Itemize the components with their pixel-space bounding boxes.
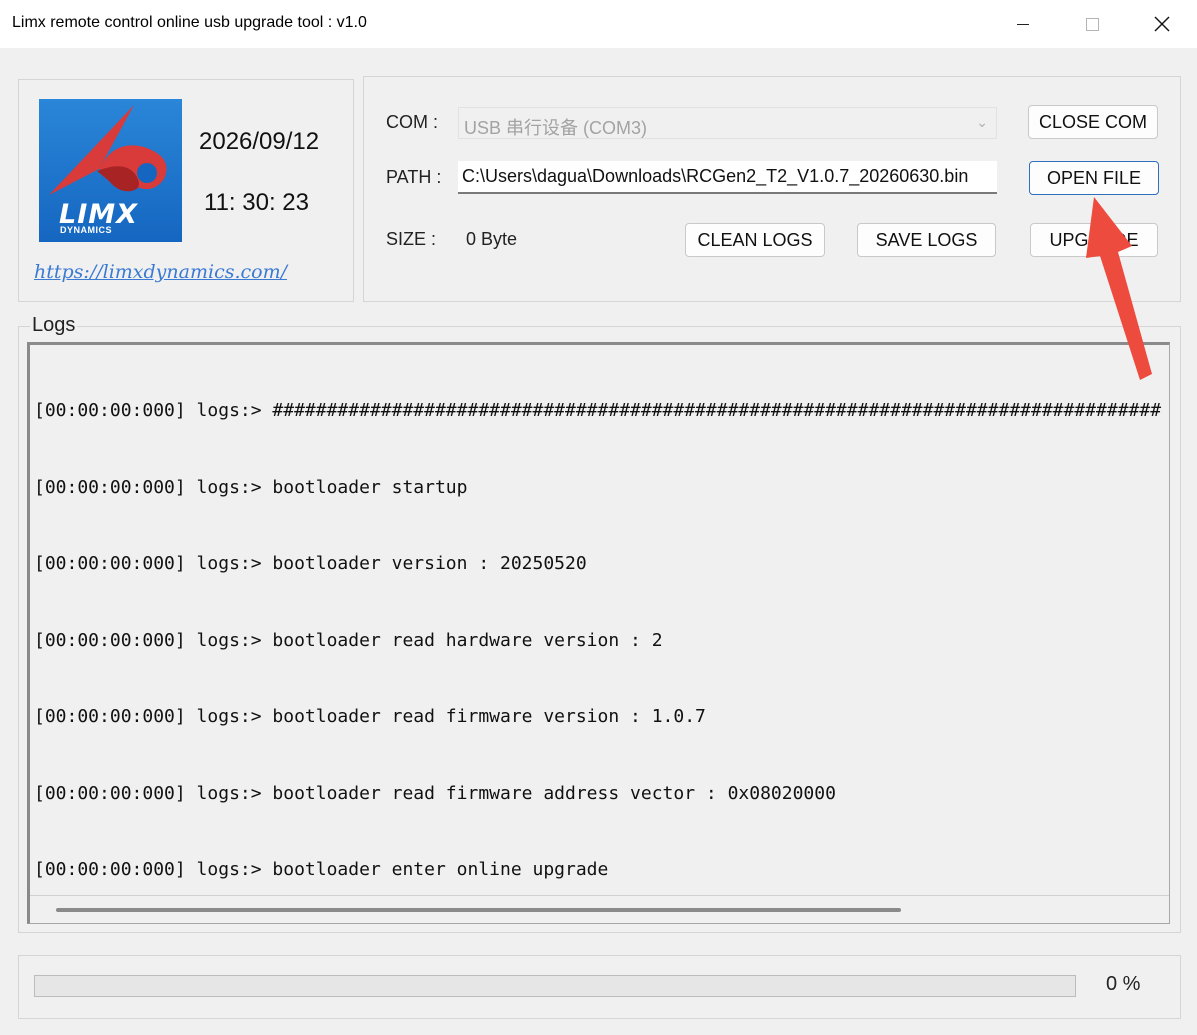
log-line: [00:00:00:000] logs:> bootloader version… [34,553,587,574]
upgrade-button[interactable]: UPGRADE [1030,223,1158,257]
open-file-button[interactable]: OPEN FILE [1029,161,1159,195]
path-input[interactable] [458,161,997,194]
current-date: 2026/09/12 [199,128,320,155]
upgrade-progress-bar [34,975,1076,997]
current-time: 11: 30: 23 [204,189,309,216]
chevron-down-icon: ⌄ [976,114,988,130]
file-size-value: 0 Byte [466,229,518,249]
log-lines: [00:00:00:000] logs:> ##################… [34,347,1162,923]
logs-textarea[interactable]: [00:00:00:000] logs:> ##################… [27,342,1170,924]
progress-percent: 0 % [1106,973,1141,995]
log-line: [00:00:00:000] logs:> bootloader enter o… [34,859,609,880]
minimize-icon [1017,23,1029,25]
close-com-button[interactable]: CLOSE COM [1028,105,1158,139]
log-line: [00:00:00:000] logs:> bootloader read fi… [34,782,836,804]
logo-subtext: DYNAMICS [60,225,113,235]
path-label: PATH : [386,167,442,187]
com-port-select[interactable]: USB 串行设备 (COM3) ⌄ [458,107,997,139]
limx-logo: LIMX DYNAMICS [39,99,182,242]
close-icon [1154,16,1170,32]
log-line: [00:00:00:000] logs:> bootloader startup [34,476,468,498]
log-line: [00:00:00:000] logs:> bootloader read ha… [34,629,663,651]
com-port-value: USB 串行设备 (COM3) [464,118,648,138]
com-label: COM : [386,112,438,132]
horizontal-scrollbar[interactable] [30,895,1169,923]
logs-title: Logs [30,314,78,337]
scrollbar-thumb[interactable] [56,908,901,912]
maximize-icon [1085,17,1099,31]
log-line: [00:00:00:000] logs:> bootloader read fi… [34,706,706,727]
website-link[interactable]: https://limxdynamics.com/ [34,261,287,283]
maximize-button[interactable] [1057,0,1127,48]
save-logs-button[interactable]: SAVE LOGS [857,223,996,257]
clean-logs-button[interactable]: CLEAN LOGS [685,223,825,257]
window-title: Limx remote control online usb upgrade t… [12,14,367,31]
size-label: SIZE : [386,229,437,249]
title-bar: Limx remote control online usb upgrade t… [0,0,1197,48]
minimize-button[interactable] [988,0,1058,48]
log-line: [00:00:00:000] logs:> ##################… [34,400,1162,421]
close-window-button[interactable] [1127,0,1197,48]
